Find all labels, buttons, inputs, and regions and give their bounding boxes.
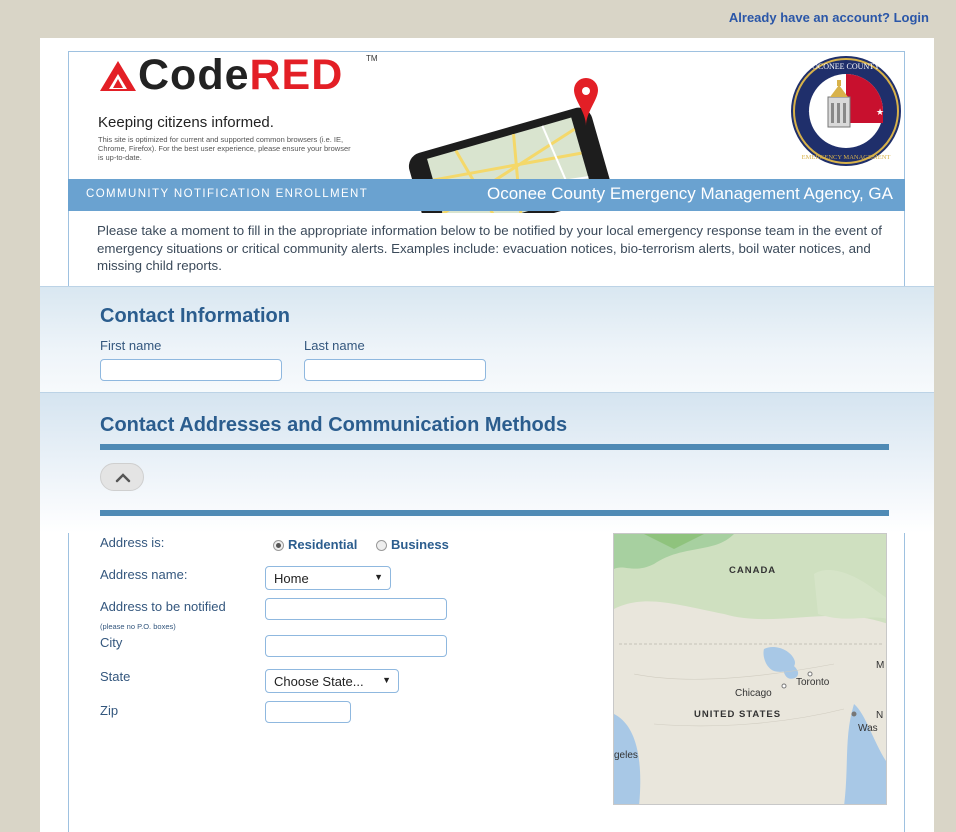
banner-title: COMMUNITY NOTIFICATION ENROLLMENT bbox=[86, 188, 369, 200]
business-radio[interactable] bbox=[376, 540, 387, 551]
map-city-new-york: N bbox=[876, 710, 884, 721]
seal-text-bottom: EMERGENCY MANAGEMENT bbox=[802, 154, 891, 161]
browser-note: This site is optimized for current and s… bbox=[98, 135, 351, 162]
last-name-label: Last name bbox=[304, 338, 365, 353]
section-divider bbox=[100, 444, 889, 450]
zip-label: Zip bbox=[100, 703, 119, 718]
contact-information-section: Contact Information First name Last name bbox=[40, 286, 934, 393]
state-value: Choose State... bbox=[274, 674, 364, 689]
address-note: (please no P.O. boxes) bbox=[100, 622, 176, 631]
map-city-washington: Was bbox=[858, 723, 878, 734]
city-input[interactable] bbox=[265, 635, 447, 657]
dropdown-arrow-icon: ▼ bbox=[374, 572, 383, 582]
svg-text:★: ★ bbox=[876, 107, 884, 117]
agency-name: Oconee County Emergency Management Agenc… bbox=[486, 184, 893, 203]
dropdown-arrow-icon: ▼ bbox=[382, 675, 391, 685]
address-label: Address to be notified bbox=[100, 599, 226, 614]
residential-radio[interactable] bbox=[273, 540, 284, 551]
city-label: City bbox=[100, 635, 123, 650]
trademark: TM bbox=[366, 54, 378, 63]
location-map[interactable]: CANADA UNITED STATES Toronto Chicago gel… bbox=[613, 533, 887, 805]
login-link[interactable]: Already have an account? Login bbox=[729, 10, 929, 25]
chevron-up-icon bbox=[115, 473, 131, 483]
intro-text: Please take a moment to fill in the appr… bbox=[97, 223, 882, 273]
business-label[interactable]: Business bbox=[391, 537, 449, 552]
map-label-canada: CANADA bbox=[729, 565, 777, 576]
address-is-label: Address is: bbox=[100, 535, 165, 550]
contact-information-heading: Contact Information bbox=[100, 305, 290, 327]
codered-logo: CodeRED bbox=[138, 51, 344, 99]
first-name-input[interactable] bbox=[100, 359, 282, 381]
enrollment-panel: CodeRED TM Keeping citizens informed. Th… bbox=[40, 38, 934, 832]
map-city-los-angeles: geles bbox=[614, 750, 638, 761]
codered-logo-icon bbox=[100, 61, 136, 91]
svg-text:★: ★ bbox=[808, 107, 816, 117]
county-seal-logo: OCONEE COUNTY EMERGENCY MANAGEMENT ★ ★ bbox=[791, 56, 901, 166]
map-city-toronto: Toronto bbox=[796, 677, 830, 688]
collapse-toggle-button[interactable] bbox=[100, 463, 144, 491]
first-name-label: First name bbox=[100, 338, 162, 353]
map-city-chicago: Chicago bbox=[735, 688, 772, 699]
map-label-united-states: UNITED STATES bbox=[694, 709, 782, 720]
address-input[interactable] bbox=[265, 598, 447, 620]
residential-label[interactable]: Residential bbox=[288, 537, 357, 552]
zip-input[interactable] bbox=[265, 701, 351, 723]
address-name-value: Home bbox=[274, 571, 309, 586]
seal-text-top: OCONEE COUNTY bbox=[812, 62, 880, 71]
addresses-heading: Contact Addresses and Communication Meth… bbox=[100, 414, 568, 436]
address-name-select[interactable]: Home ▼ bbox=[265, 566, 391, 590]
last-name-input[interactable] bbox=[304, 359, 486, 381]
enrollment-banner: COMMUNITY NOTIFICATION ENROLLMENT Oconee… bbox=[68, 179, 905, 211]
state-select[interactable]: Choose State... ▼ bbox=[265, 669, 399, 693]
state-label: State bbox=[100, 669, 131, 684]
address-name-label: Address name: bbox=[100, 567, 188, 582]
map-city-montreal: M bbox=[876, 660, 885, 671]
section-divider bbox=[100, 510, 889, 516]
tagline: Keeping citizens informed. bbox=[98, 114, 274, 131]
